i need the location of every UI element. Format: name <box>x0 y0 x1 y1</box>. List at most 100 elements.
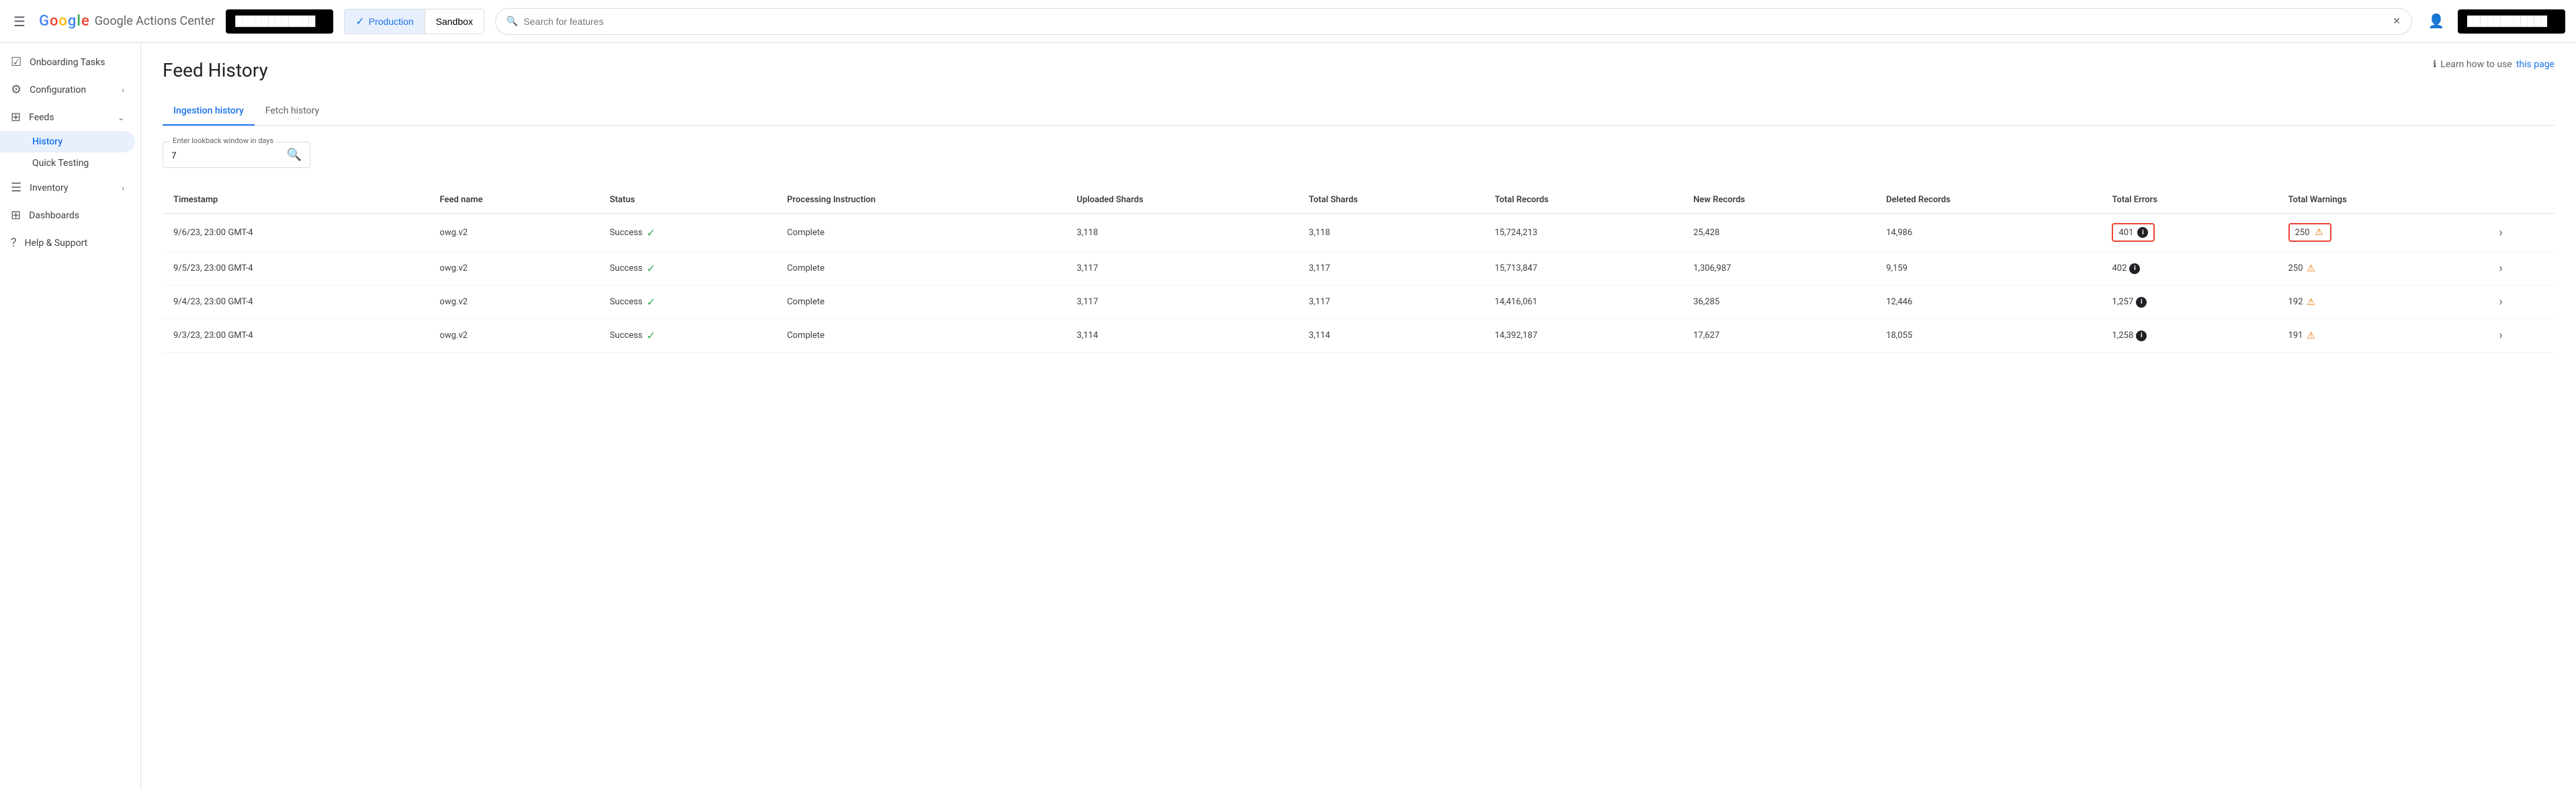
success-icon: ✓ <box>646 262 655 275</box>
chevron-right-icon: › <box>122 85 124 95</box>
col-deleted-records: Deleted Records <box>1875 187 2101 214</box>
cell-deleted-records: 14,986 <box>1875 214 2101 252</box>
app-name: Google Actions Center <box>95 14 215 28</box>
clear-search-icon[interactable]: ✕ <box>2393 16 2401 27</box>
sidebar-item-feeds[interactable]: ⊞ Feeds ⌄ <box>0 103 135 131</box>
errors-value: 401 <box>2118 228 2133 238</box>
cell-nav[interactable]: › <box>2488 214 2554 252</box>
cell-new-records: 36,285 <box>1682 286 1875 319</box>
lookback-label: Enter lookback window in days <box>170 136 276 145</box>
cell-processing: Complete <box>776 319 1066 353</box>
cell-total-records: 15,713,847 <box>1484 252 1683 286</box>
row-nav-arrow[interactable]: › <box>2499 295 2502 309</box>
tab-ingestion-label: Ingestion history <box>173 105 244 116</box>
cell-total-shards: 3,117 <box>1298 286 1484 319</box>
info-circle-icon: ℹ <box>2433 59 2436 70</box>
chevron-right-icon-inv: › <box>122 183 124 193</box>
sidebar-label-dashboards: Dashboards <box>29 210 79 221</box>
cell-uploaded-shards: 3,117 <box>1066 286 1298 319</box>
cell-status: Success✓ <box>599 319 776 353</box>
production-btn[interactable]: ✓ Production <box>345 9 425 34</box>
col-timestamp: Timestamp <box>163 187 429 214</box>
sidebar-item-configuration[interactable]: ⚙ Configuration › <box>0 76 135 103</box>
table-row: 9/3/23, 23:00 GMT-4owg.v2Success✓Complet… <box>163 319 2554 353</box>
sidebar-label-onboarding: Onboarding Tasks <box>30 57 105 68</box>
sidebar-item-help[interactable]: ? Help & Support <box>0 229 135 257</box>
lookback-search-btn[interactable]: 🔍 <box>287 148 302 162</box>
project-name: ████████████ <box>235 15 315 27</box>
success-icon: ✓ <box>646 296 655 308</box>
warn-icon: ⚠ <box>2306 331 2317 341</box>
col-feed-name: Feed name <box>429 187 599 214</box>
inventory-icon: ☰ <box>11 181 22 195</box>
sidebar-label-help: Help & Support <box>25 238 88 249</box>
cell-status: Success✓ <box>599 252 776 286</box>
sidebar-label-feeds: Feeds <box>29 112 54 123</box>
errors-value: 1,258 <box>2112 331 2133 341</box>
cell-deleted-records: 18,055 <box>1875 319 2101 353</box>
sidebar-item-dashboards[interactable]: ⊞ Dashboards <box>0 202 135 229</box>
cell-nav[interactable]: › <box>2488 286 2554 319</box>
help-icon: ? <box>11 236 17 250</box>
lookback-input[interactable]: 7 <box>171 150 282 161</box>
col-total-errors: Total Errors <box>2101 187 2277 214</box>
cell-deleted-records: 12,446 <box>1875 286 2101 319</box>
col-total-warnings: Total Warnings <box>2278 187 2489 214</box>
cell-uploaded-shards: 3,117 <box>1066 252 1298 286</box>
warn-icon: ⚠ <box>2306 263 2317 274</box>
cell-timestamp: 9/6/23, 23:00 GMT-4 <box>163 214 429 252</box>
sidebar-item-history[interactable]: History <box>0 131 135 152</box>
info-icon: i <box>2136 297 2147 308</box>
cell-total-errors: 402i <box>2101 252 2277 286</box>
help-link[interactable]: this page <box>2516 59 2554 70</box>
col-nav <box>2488 187 2554 214</box>
feeds-icon: ⊞ <box>11 110 21 124</box>
cell-total-records: 14,416,061 <box>1484 286 1683 319</box>
cell-total-errors: 1,257i <box>2101 286 2277 319</box>
col-status: Status <box>599 187 776 214</box>
warnings-value: 191 <box>2288 331 2303 341</box>
lookback-input-row: 7 🔍 <box>171 148 302 162</box>
project-selector[interactable]: ████████████ <box>226 9 333 34</box>
cell-status: Success✓ <box>599 286 776 319</box>
tab-ingestion-history[interactable]: Ingestion history <box>163 97 255 126</box>
sidebar-label-quick-testing: Quick Testing <box>32 158 89 169</box>
sidebar-item-inventory[interactable]: ☰ Inventory › <box>0 174 135 202</box>
cell-timestamp: 9/3/23, 23:00 GMT-4 <box>163 319 429 353</box>
sidebar-label-configuration: Configuration <box>30 85 86 95</box>
cell-feed-name: owg.v2 <box>429 214 599 252</box>
cell-nav[interactable]: › <box>2488 319 2554 353</box>
cell-total-records: 15,724,213 <box>1484 214 1683 252</box>
cell-total-shards: 3,117 <box>1298 252 1484 286</box>
tab-fetch-history[interactable]: Fetch history <box>255 97 330 126</box>
table-header-row: Timestamp Feed name Status Processing In… <box>163 187 2554 214</box>
warnings-value: 192 <box>2288 297 2303 307</box>
check-icon: ✓ <box>355 15 364 28</box>
sidebar-label-history: History <box>32 136 62 147</box>
sidebar-item-onboarding[interactable]: ☑ Onboarding Tasks <box>0 48 135 76</box>
cell-feed-name: owg.v2 <box>429 252 599 286</box>
production-label: Production <box>369 16 414 27</box>
search-input[interactable] <box>523 16 2387 27</box>
success-icon: ✓ <box>646 226 655 239</box>
account-selector[interactable]: ████████████ <box>2458 9 2565 34</box>
account-icon[interactable]: 👤 <box>2423 8 2450 35</box>
row-nav-arrow[interactable]: › <box>2499 261 2502 275</box>
cell-nav[interactable]: › <box>2488 252 2554 286</box>
warn-icon: ⚠ <box>2314 227 2325 238</box>
sidebar-item-quick-testing[interactable]: Quick Testing <box>0 152 135 174</box>
row-nav-arrow[interactable]: › <box>2499 328 2502 343</box>
sidebar: ☑ Onboarding Tasks ⚙ Configuration › ⊞ F… <box>0 43 141 790</box>
topbar-right: 👤 ████████████ <box>2423 8 2565 35</box>
menu-icon[interactable]: ☰ <box>11 11 28 32</box>
sandbox-label: Sandbox <box>436 16 473 27</box>
sandbox-btn[interactable]: Sandbox <box>425 9 484 34</box>
row-nav-arrow[interactable]: › <box>2499 226 2502 240</box>
warnings-value: 250 <box>2288 263 2303 273</box>
cell-deleted-records: 9,159 <box>1875 252 2101 286</box>
col-new-records: New Records <box>1682 187 1875 214</box>
success-icon: ✓ <box>646 329 655 342</box>
app-logo: Google Google Actions Center <box>39 13 215 30</box>
col-processing: Processing Instruction <box>776 187 1066 214</box>
cell-processing: Complete <box>776 214 1066 252</box>
